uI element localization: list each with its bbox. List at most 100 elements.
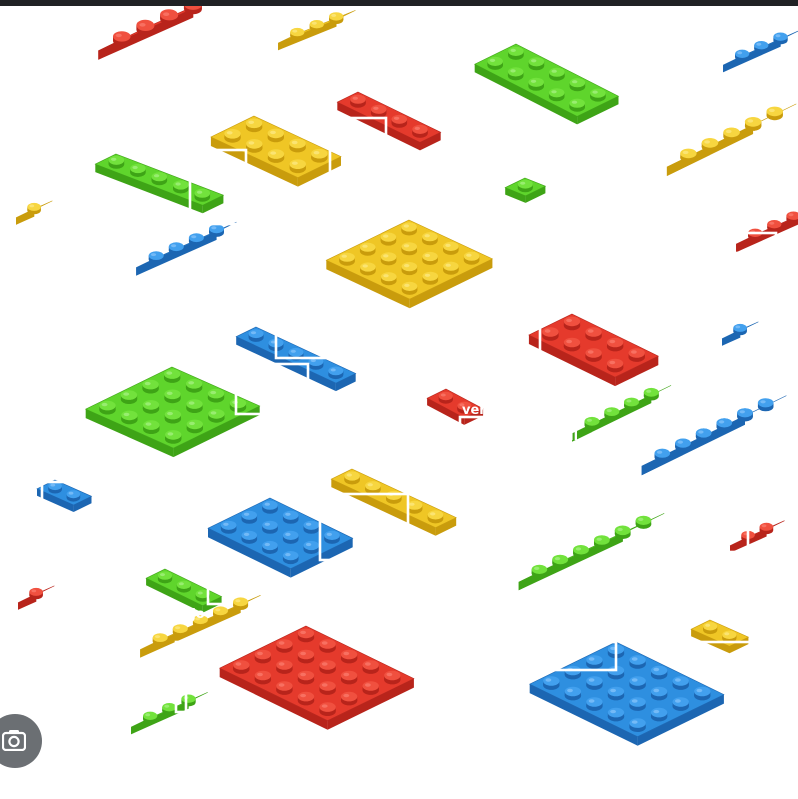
stud-highlight <box>718 420 725 424</box>
lego-brick-azul <box>207 497 354 578</box>
stud-highlight <box>250 331 257 335</box>
stud-highlight <box>29 204 35 208</box>
stud-highlight <box>50 483 56 487</box>
stud-highlight <box>631 350 637 354</box>
stud-highlight <box>725 129 732 134</box>
lego-brick-azul <box>136 221 237 276</box>
stud-top <box>309 20 324 29</box>
stud-top <box>754 41 769 50</box>
stud-top <box>276 681 293 691</box>
stud-highlight <box>167 432 174 436</box>
stud-top <box>328 366 344 376</box>
stud-highlight <box>154 635 161 639</box>
stud-top <box>586 697 603 707</box>
stud-highlight <box>739 410 745 414</box>
color-label: amarillo <box>104 475 164 490</box>
stud-top <box>282 551 299 561</box>
stud-highlight <box>346 473 352 477</box>
lego-brick-amarillo <box>690 619 750 654</box>
stud-highlight <box>175 626 181 630</box>
lego-brick-amarillo <box>666 103 797 176</box>
stud-top <box>241 510 258 520</box>
stud-top <box>29 587 43 596</box>
stud-highlight <box>235 599 241 603</box>
lego-brick-rojo <box>735 211 798 253</box>
brick-top <box>219 625 415 722</box>
stud-highlight <box>445 243 451 247</box>
lego-brick-azul <box>722 30 798 73</box>
stud-top <box>311 148 328 159</box>
stud-top <box>164 369 181 379</box>
stud-highlight <box>653 688 660 693</box>
stud-highlight <box>403 244 410 248</box>
stud-highlight <box>788 213 794 217</box>
stud-highlight <box>300 651 306 656</box>
stud-highlight <box>596 537 602 541</box>
stud-highlight <box>367 483 373 487</box>
annotation-box <box>576 143 610 163</box>
stud-highlight <box>145 402 152 406</box>
stud-top <box>340 649 358 660</box>
stud-highlight <box>373 106 379 110</box>
stud-top <box>507 67 524 77</box>
stud-top <box>130 163 146 174</box>
stud-highlight <box>531 59 537 63</box>
stud-highlight <box>223 522 229 526</box>
lego-brick-azul <box>641 395 787 476</box>
stud-highlight <box>362 244 368 248</box>
stud-highlight <box>270 151 277 155</box>
stud-top <box>248 329 264 339</box>
stud-top <box>340 670 358 681</box>
stud-highlight <box>331 13 337 17</box>
stud-top <box>443 261 459 271</box>
stud-top <box>66 490 81 499</box>
stud-top <box>675 438 691 448</box>
stud-highlight <box>285 532 291 537</box>
stud-highlight <box>310 359 316 363</box>
stud-highlight <box>321 683 328 687</box>
stud-highlight <box>747 119 754 123</box>
lego-brick-amarillo <box>277 10 356 51</box>
lego-brick-rojo <box>98 6 202 60</box>
stud-top <box>438 391 453 401</box>
stud-highlight <box>243 532 250 537</box>
stud-highlight <box>544 329 551 333</box>
stud-highlight <box>341 254 347 258</box>
stud-top <box>650 707 668 718</box>
stud-top <box>267 128 284 139</box>
stud-highlight <box>191 235 197 239</box>
stud-top <box>319 639 336 649</box>
stud-top <box>340 691 358 702</box>
lego-brick-azul <box>529 641 725 746</box>
stud-highlight <box>211 226 217 230</box>
stud-highlight <box>617 527 623 532</box>
stud-top <box>606 337 624 348</box>
stud-highlight <box>330 368 336 372</box>
stud-top <box>224 129 241 139</box>
stud-highlight <box>575 547 582 551</box>
stud-top <box>209 224 224 234</box>
stud-top <box>267 149 285 159</box>
stud-highlight <box>188 381 195 385</box>
stud-top <box>142 379 159 390</box>
lego-brick-amarillo <box>330 468 457 536</box>
stud-top <box>186 419 203 430</box>
stud-top <box>654 448 671 458</box>
stud-top <box>362 660 379 670</box>
annotation-box <box>548 442 630 512</box>
lego-bricks-scene: amarillo amarillo rojo rojo verde azul r… <box>15 6 798 746</box>
stud-top <box>548 88 565 98</box>
stud-top <box>113 31 131 42</box>
stud-highlight <box>735 325 741 329</box>
stud-highlight <box>587 329 594 333</box>
stud-highlight <box>609 360 616 365</box>
stud-highlight <box>343 651 350 656</box>
stud-highlight <box>264 522 270 526</box>
stud-top <box>701 138 719 148</box>
stud-highlight <box>551 69 557 73</box>
color-label: azul <box>490 627 520 642</box>
stud-top <box>172 624 188 634</box>
stud-highlight <box>440 393 446 397</box>
stud-top <box>401 281 418 291</box>
stud-highlight <box>166 391 173 395</box>
